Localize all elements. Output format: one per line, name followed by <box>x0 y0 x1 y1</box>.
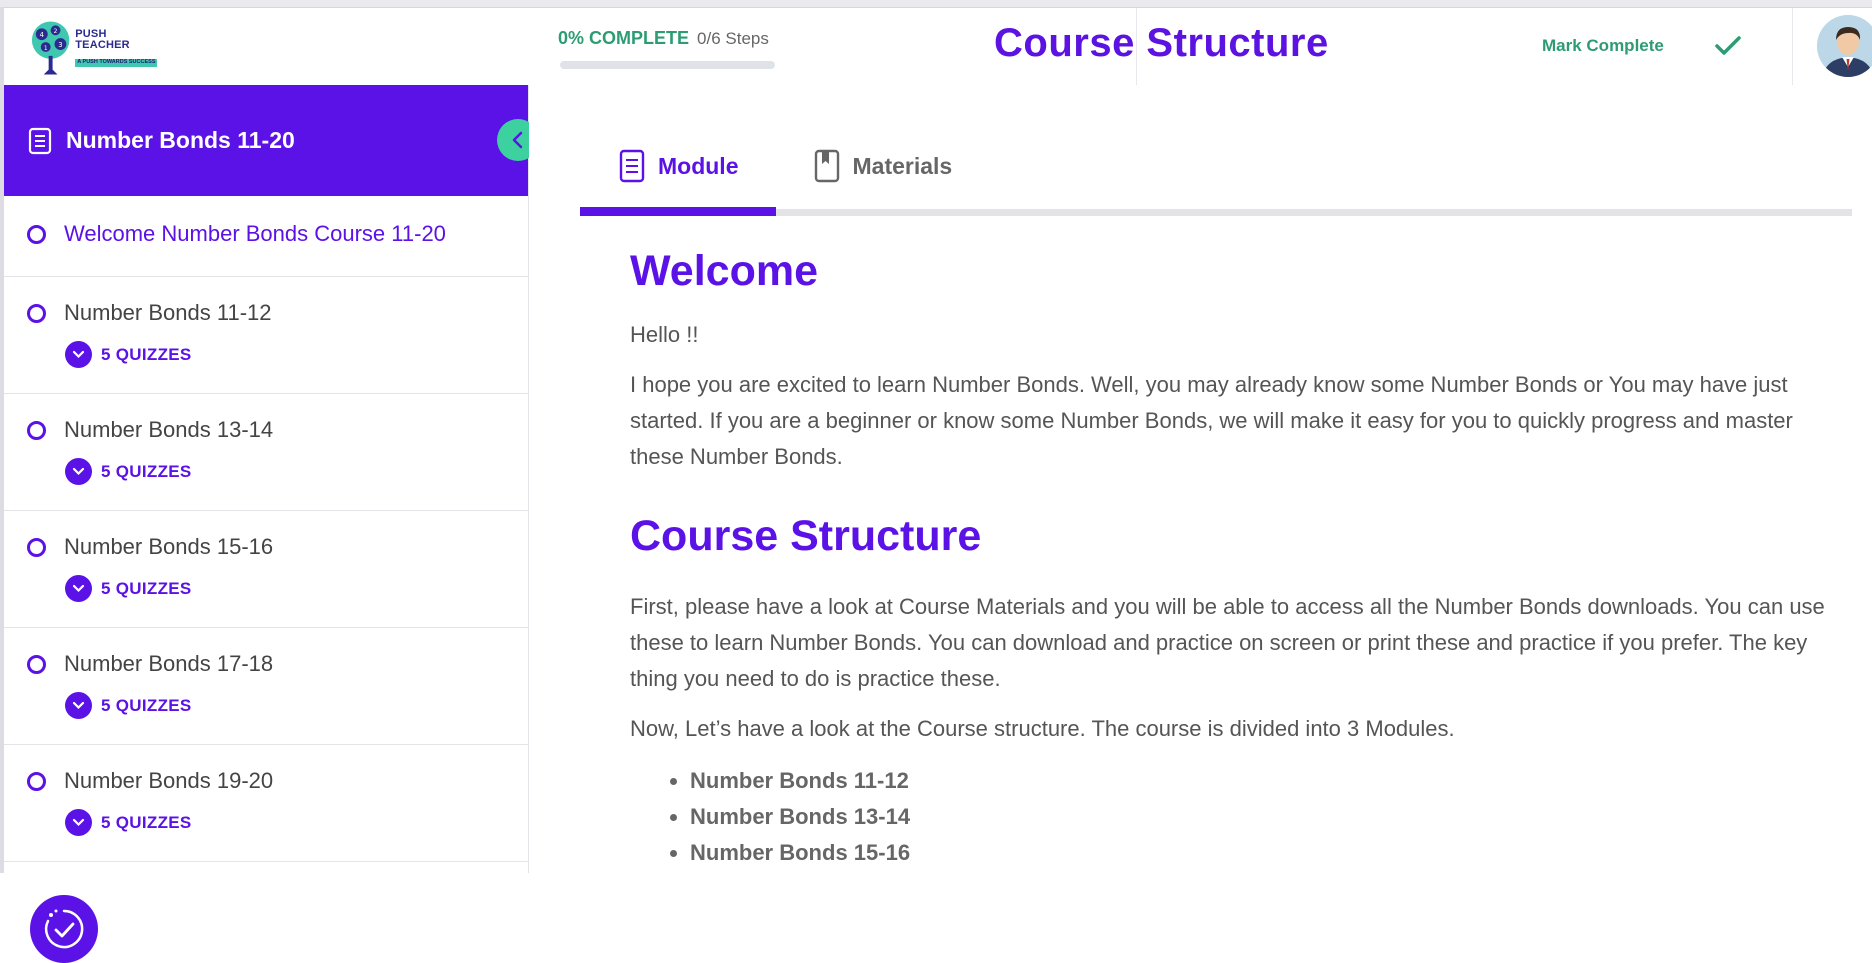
lesson-label: Number Bonds 13-14 <box>64 417 274 442</box>
mark-complete-button[interactable]: Mark Complete <box>1542 26 1742 66</box>
progress-percent: 0% COMPLETE <box>558 28 690 48</box>
incomplete-circle-icon <box>27 771 46 791</box>
module-list-item: Number Bonds 15-16 <box>690 835 1830 871</box>
incomplete-circle-icon <box>27 654 46 674</box>
lesson-item: Number Bonds 13-14 5 QUIZZES <box>4 394 528 511</box>
check-icon <box>1715 36 1741 55</box>
tab-module[interactable]: Module <box>580 131 775 201</box>
module-list-item: Number Bonds 11-12 <box>690 763 1830 799</box>
header-divider <box>1792 8 1793 85</box>
content-tabs: Module Materials <box>580 131 988 201</box>
chevron-down-icon <box>65 809 92 836</box>
lesson-label: Number Bonds 19-20 <box>64 768 274 793</box>
incomplete-circle-icon <box>27 303 46 323</box>
lesson-label: Number Bonds 15-16 <box>64 534 274 559</box>
lesson-content-area: Module Materials Welcome Hello !! I hope… <box>529 85 1872 873</box>
quizzes-toggle[interactable]: 5 QUIZZES <box>65 809 192 836</box>
page-title: Course Structure <box>994 21 1329 65</box>
lesson-link[interactable]: Number Bonds 11-12 <box>27 300 272 326</box>
lesson-link[interactable]: Number Bonds 15-16 <box>27 534 273 560</box>
header-divider <box>1136 8 1137 85</box>
browser-top-edge <box>0 0 1872 8</box>
incomplete-circle-icon <box>27 537 46 557</box>
lesson-link[interactable]: Number Bonds 13-14 <box>27 417 273 443</box>
user-avatar[interactable] <box>1817 15 1872 77</box>
svg-text:3: 3 <box>58 41 62 49</box>
bookmark-book-icon <box>814 149 839 183</box>
lesson-label: Number Bonds 17-18 <box>64 651 274 676</box>
lesson-item-welcome: Welcome Number Bonds Course 11-20 <box>4 196 528 277</box>
logo-title: PUSH TEACHER <box>75 28 130 51</box>
structure-paragraph: First, please have a look at Course Mate… <box>630 593 1825 691</box>
document-icon <box>619 149 645 183</box>
lesson-link[interactable]: Number Bonds 19-20 <box>27 768 273 794</box>
chevron-down-icon <box>65 692 92 719</box>
incomplete-circle-icon <box>27 224 46 244</box>
sidebar-header: Number Bonds 11-20 <box>4 85 528 196</box>
logo-tagline: A PUSH TOWARDS SUCCESS <box>75 59 158 67</box>
course-title: Number Bonds 11-20 <box>66 127 295 153</box>
chevron-down-icon <box>65 458 92 485</box>
top-header: 4 2 3 1 PUSH TEACHER A PUSH TOWARDS SUCC… <box>4 8 1872 85</box>
lesson-link[interactable]: Welcome Number Bonds Course 11-20 <box>27 221 446 247</box>
course-progress: 0% COMPLETE 0/6 Steps <box>558 28 818 69</box>
chevron-down-icon <box>65 341 92 368</box>
greeting-text: Hello !! <box>630 322 699 348</box>
quiz-count-label: 5 QUIZZES <box>101 578 192 598</box>
lesson-link[interactable]: Number Bonds 17-18 <box>27 651 273 677</box>
tab-label: Materials <box>852 152 953 179</box>
course-sidebar: Number Bonds 11-20 Welcome Number Bonds … <box>4 85 539 963</box>
quiz-count-label: 5 QUIZZES <box>101 344 192 364</box>
progress-bar <box>560 61 775 69</box>
intro-paragraph: I hope you are excited to learn Number B… <box>630 372 1793 470</box>
progress-widget-button[interactable] <box>30 895 98 963</box>
avatar-person-icon <box>1817 15 1872 77</box>
lesson-label: Number Bonds 11-12 <box>64 300 272 325</box>
module-list: Number Bonds 11-12 Number Bonds 13-14 Nu… <box>630 763 1830 871</box>
mark-complete-label: Mark Complete <box>1542 36 1664 55</box>
quiz-count-label: 5 QUIZZES <box>101 695 192 715</box>
quizzes-toggle[interactable]: 5 QUIZZES <box>65 458 192 485</box>
svg-text:1: 1 <box>44 46 48 52</box>
lesson-item: Number Bonds 15-16 5 QUIZZES <box>4 511 528 628</box>
welcome-heading: Welcome <box>630 247 818 295</box>
incomplete-circle-icon <box>27 420 46 440</box>
modules-intro: Now, Let’s have a look at the Course str… <box>630 715 1455 741</box>
course-structure-heading: Course Structure <box>630 512 982 561</box>
progress-steps: 0/6 Steps <box>697 29 769 48</box>
svg-text:4: 4 <box>40 31 44 39</box>
push-teacher-logo[interactable]: 4 2 3 1 PUSH TEACHER A PUSH TOWARDS SUCC… <box>28 20 163 76</box>
quiz-count-label: 5 QUIZZES <box>101 812 192 832</box>
quizzes-toggle[interactable]: 5 QUIZZES <box>65 575 192 602</box>
lesson-label: Welcome Number Bonds Course 11-20 <box>64 221 446 246</box>
tab-label: Module <box>658 152 739 179</box>
task-check-icon <box>44 909 84 949</box>
chevron-left-icon <box>512 131 523 149</box>
tab-active-indicator <box>580 207 776 216</box>
tree-logo-icon: 4 2 3 1 <box>31 21 70 75</box>
chevron-down-icon <box>65 575 92 602</box>
quizzes-toggle[interactable]: 5 QUIZZES <box>65 692 192 719</box>
quiz-count-label: 5 QUIZZES <box>101 461 192 481</box>
quizzes-toggle[interactable]: 5 QUIZZES <box>65 341 192 368</box>
tab-materials[interactable]: Materials <box>775 131 989 201</box>
lesson-item: Number Bonds 17-18 5 QUIZZES <box>4 628 528 745</box>
document-icon <box>28 127 52 154</box>
svg-text:2: 2 <box>54 29 58 35</box>
lesson-item: Number Bonds 19-20 5 QUIZZES <box>4 745 528 862</box>
module-content: Welcome Hello !! I hope you are excited … <box>630 247 1830 871</box>
module-list-item: Number Bonds 13-14 <box>690 799 1830 835</box>
lesson-item: Number Bonds 11-12 5 QUIZZES <box>4 277 528 394</box>
